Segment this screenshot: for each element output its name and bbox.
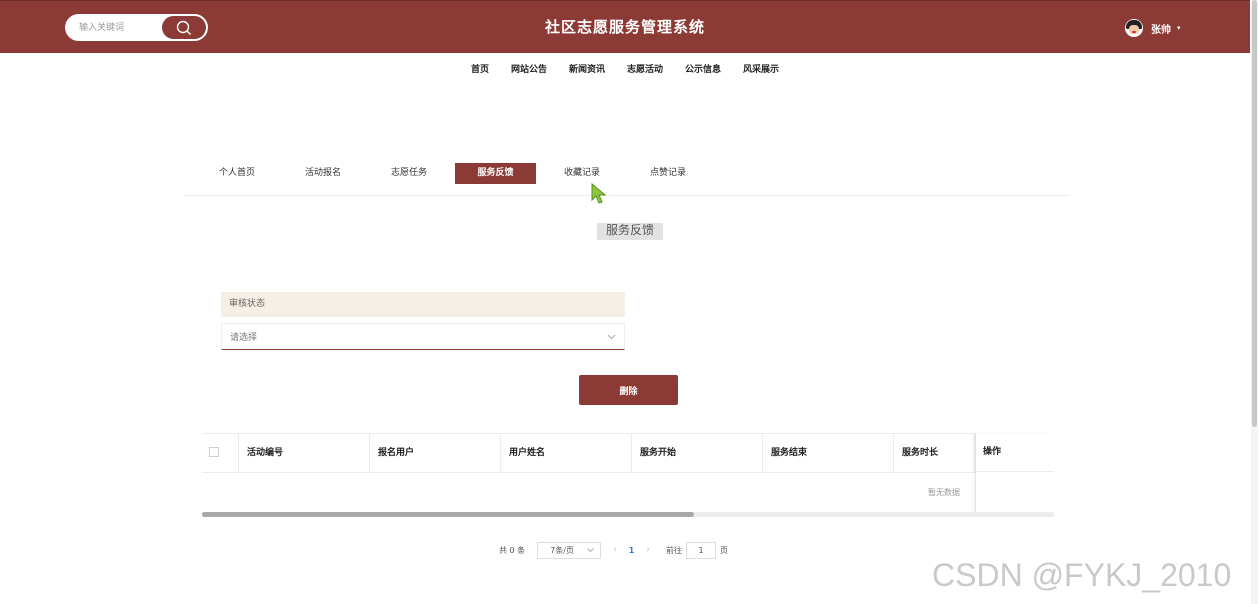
select-placeholder: 请选择 xyxy=(230,333,258,343)
col-service-duration[interactable]: 服务时长 xyxy=(894,434,975,473)
page-scrollbar[interactable] xyxy=(1251,0,1258,604)
review-status-select[interactable]: 请选择 xyxy=(221,323,625,350)
page-size-value: 7条/页 xyxy=(550,545,574,555)
col-service-start[interactable]: 服务开始 xyxy=(632,434,763,473)
user-name: 张帅 xyxy=(1151,24,1171,36)
mouse-pointer-icon xyxy=(591,182,607,204)
nav-item-activities[interactable]: 志愿活动 xyxy=(616,63,674,77)
goto-label: 前往 xyxy=(665,545,682,555)
goto-page-input[interactable]: 1 xyxy=(685,541,716,559)
table-body: 暂无数据 xyxy=(202,473,1054,513)
col-signup-user[interactable]: 报名用户 xyxy=(370,434,501,473)
avatar xyxy=(1125,19,1143,37)
page-size-select[interactable]: 7条/页 xyxy=(537,541,602,559)
total-count: 共 0 条 xyxy=(499,545,526,555)
nav-item-announcements[interactable]: 网站公告 xyxy=(500,63,558,77)
table-header: 活动编号 报名用户 用户姓名 服务开始 服务结束 服务时长 xyxy=(202,433,1054,473)
pagination: 共 0 条 7条/页 ‹ 1 › 前往 1 页 xyxy=(499,541,728,559)
table-horizontal-scrollbar[interactable] xyxy=(202,512,1054,517)
page-scrollbar-thumb[interactable] xyxy=(1252,0,1257,427)
tab-service-feedback[interactable]: 服务反馈 xyxy=(455,163,536,184)
tab-personal-home[interactable]: 个人首页 xyxy=(200,163,274,184)
nav-item-news[interactable]: 新闻资讯 xyxy=(558,63,616,77)
top-header: 社区志愿服务管理系统 张帅 ▾ xyxy=(0,0,1250,53)
nav-item-home[interactable]: 首页 xyxy=(460,63,500,77)
select-all-checkbox[interactable] xyxy=(209,447,219,457)
site-title: 社区志愿服务管理系统 xyxy=(544,18,705,36)
review-status-filter: 审核状态 请选择 xyxy=(221,292,625,350)
main-nav: 首页 网站公告 新闻资讯 志愿活动 公示信息 风采展示 xyxy=(0,63,1250,77)
watermark: CSDN @FYKJ_2010 xyxy=(932,557,1232,593)
select-all-cell xyxy=(202,434,239,473)
col-user-name[interactable]: 用户姓名 xyxy=(501,434,632,473)
section-title: 服务反馈 xyxy=(597,223,663,240)
col-operation: 操作 xyxy=(976,433,1054,472)
tab-volunteer-tasks[interactable]: 志愿任务 xyxy=(372,163,446,184)
operation-column: 操作 xyxy=(975,433,1054,515)
page-number[interactable]: 1 xyxy=(629,546,635,555)
delete-button[interactable]: 删除 xyxy=(579,375,678,405)
next-page-icon[interactable]: › xyxy=(646,545,650,555)
filter-label: 审核状态 xyxy=(221,292,625,317)
profile-tabs: 个人首页 活动报名 志愿任务 服务反馈 收藏记录 点赞记录 xyxy=(185,163,1070,196)
feedback-table: 活动编号 报名用户 用户姓名 服务开始 服务结束 服务时长 暂无数据 操作 xyxy=(202,433,1054,517)
empty-text: 暂无数据 xyxy=(928,488,960,497)
nav-item-showcase[interactable]: 风采展示 xyxy=(732,63,790,77)
prev-page-icon[interactable]: ‹ xyxy=(613,545,617,555)
nav-item-public-info[interactable]: 公示信息 xyxy=(674,63,732,77)
tab-activity-signup[interactable]: 活动报名 xyxy=(286,163,360,184)
tab-favorites[interactable]: 收藏记录 xyxy=(545,163,619,184)
chevron-down-icon xyxy=(607,334,616,339)
tab-likes[interactable]: 点赞记录 xyxy=(631,163,705,184)
caret-down-icon: ▾ xyxy=(1177,24,1181,32)
page-unit: 页 xyxy=(719,545,728,555)
col-activity-id[interactable]: 活动编号 xyxy=(239,434,370,473)
user-menu[interactable]: 张帅 ▾ xyxy=(1125,18,1181,38)
chevron-down-icon xyxy=(587,547,595,552)
table-scrollbar-thumb[interactable] xyxy=(202,512,694,517)
col-service-end[interactable]: 服务结束 xyxy=(763,434,894,473)
